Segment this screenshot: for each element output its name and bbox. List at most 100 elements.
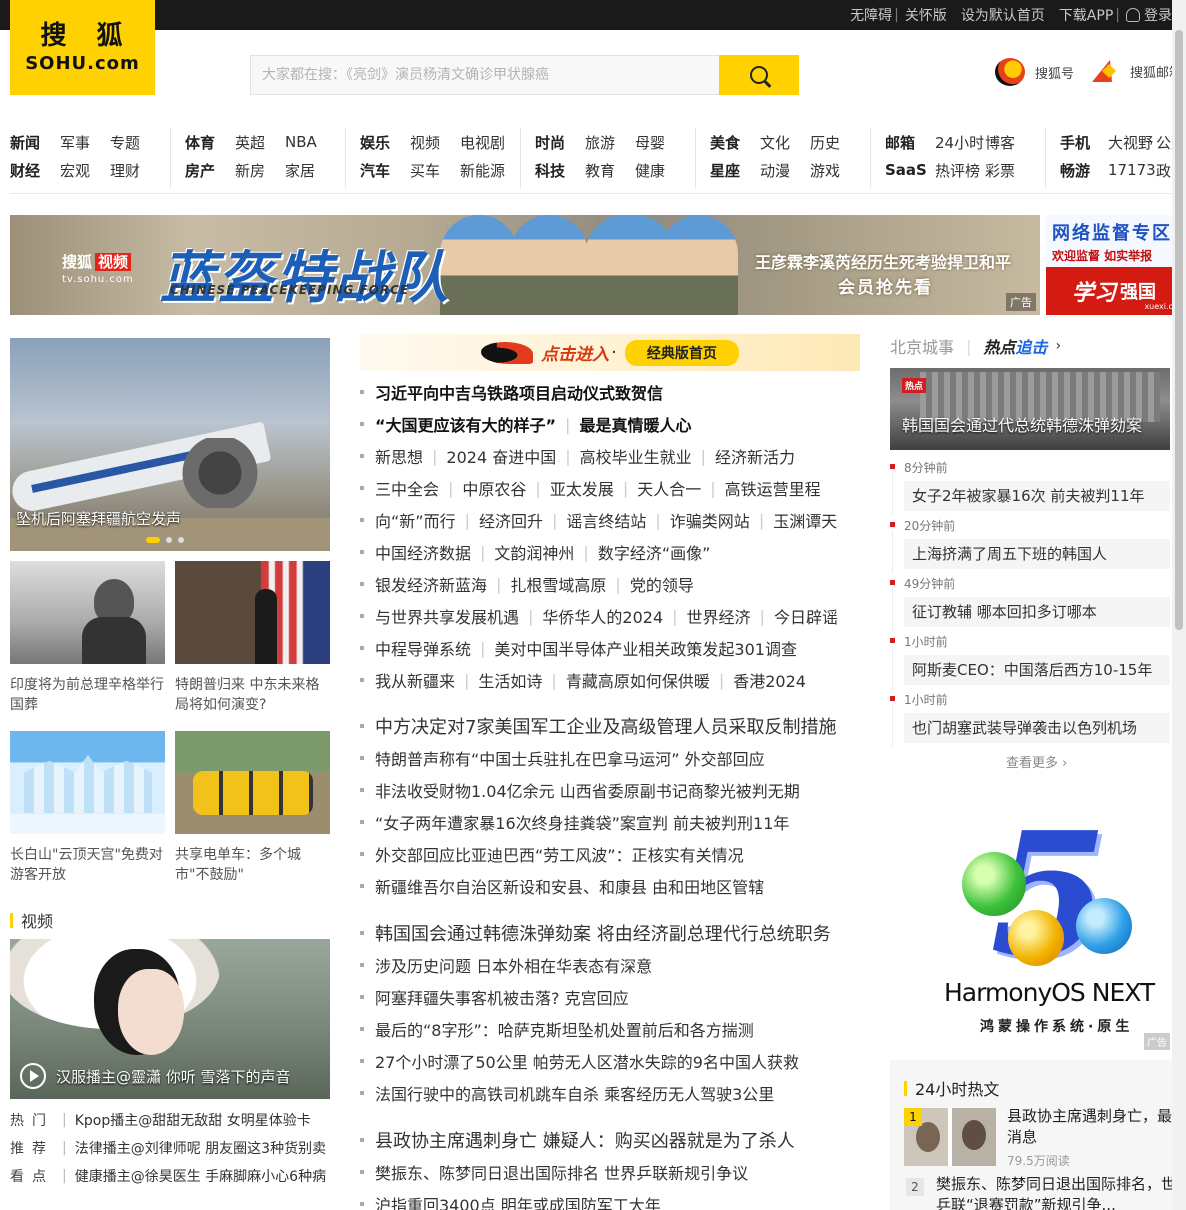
nav-item[interactable]: 热评榜 <box>935 160 985 181</box>
news-link[interactable]: 香港2024 <box>733 668 806 692</box>
nav-item[interactable]: 历史 <box>810 132 840 153</box>
news-link[interactable]: 习近平向中吉乌铁路项目启动仪式致贺信 <box>375 380 663 404</box>
carousel-dot[interactable] <box>166 537 172 543</box>
scrollbar-thumb[interactable] <box>1175 30 1183 630</box>
nav-item[interactable]: 房产 <box>185 160 235 181</box>
scrollbar[interactable] <box>1172 0 1186 1210</box>
nav-item[interactable]: 英超 <box>235 132 285 153</box>
nav-item[interactable]: 新房 <box>235 160 285 181</box>
news-link[interactable]: 沪指重回3400点 明年或成国防军工大年 <box>375 1192 661 1210</box>
chevron-right-icon[interactable]: › <box>1055 338 1061 354</box>
search-button[interactable] <box>719 55 799 95</box>
news-link[interactable]: 阿塞拜疆失事客机被击落? 克宫回应 <box>375 985 629 1009</box>
timeline-item[interactable]: 8分钟前 女子2年被家暴16次 前夫被判11年 <box>890 458 1170 516</box>
news-link[interactable]: 中程导弹系统 <box>375 636 471 660</box>
sohuhao-link[interactable]: 搜狐号 <box>995 58 1074 86</box>
nav-item[interactable]: 邮箱 <box>885 132 935 153</box>
nav-item[interactable]: 体育 <box>185 132 235 153</box>
news-link[interactable]: 文韵润神州 <box>494 540 574 564</box>
news-link[interactable]: “女子两年遭家暴16次终身挂粪袋”案宣判 前夫被判刑11年 <box>375 810 789 834</box>
news-link[interactable]: 谣言终结站 <box>566 508 646 532</box>
nav-item[interactable]: 专题 <box>110 132 140 153</box>
nav-item[interactable]: 军事 <box>60 132 110 153</box>
list-item[interactable]: 看点 | 健康播主@徐昊医生 手麻脚麻小心6种病 <box>10 1162 330 1190</box>
side-ad[interactable]: 网络监督专区 欢迎监督 如实举报 学习 强国 xuexi.cn <box>1046 215 1186 315</box>
tab-beijing[interactable]: 北京城事 <box>890 334 954 358</box>
nav-item[interactable]: 教育 <box>585 160 635 181</box>
timeline-item[interactable]: 1小时前 阿斯麦CEO：中国落后西方10-15年 <box>890 632 1170 690</box>
news-link[interactable]: 党的领导 <box>630 572 694 596</box>
banner-ad[interactable]: 搜狐 视频 tv.sohu.com 蓝盔特战队 CHINESE PEACEKEEP… <box>10 215 1040 315</box>
news-link[interactable]: 新疆维吾尔自治区新设和安县、和康县 由和田地区管辖 <box>375 874 764 898</box>
news-link[interactable]: 向“新”而行 <box>375 508 456 532</box>
news-link[interactable]: 世界经济 <box>687 604 751 628</box>
nav-item[interactable]: 电视剧 <box>460 132 505 153</box>
login-link[interactable]: 登录 <box>1126 5 1172 25</box>
news-link[interactable]: 2024 奋进中国 <box>446 444 556 468</box>
nav-item[interactable]: 科技 <box>535 160 585 181</box>
nav-item[interactable]: NBA <box>285 133 317 151</box>
news-link[interactable]: 今日辟谣 <box>774 604 838 628</box>
news-link[interactable]: 中国经济数据 <box>375 540 471 564</box>
news-link[interactable]: 与世界共享发展机遇 <box>375 604 519 628</box>
mail-link[interactable]: 搜狐邮箱 <box>1092 58 1182 84</box>
nav-item[interactable]: 汽车 <box>360 160 410 181</box>
accessibility-link[interactable]: 无障碍 <box>850 5 892 25</box>
timeline-item[interactable]: 20分钟前 上海挤满了周五下班的韩国人 <box>890 516 1170 574</box>
news-link[interactable]: 中方决定对7家美国军工企业及高级管理人员采取反制措施 <box>375 713 836 739</box>
news-link[interactable]: 数字经济“画像” <box>598 540 711 564</box>
nav-item[interactable]: 17173 <box>1108 161 1156 179</box>
news-link[interactable]: 涉及历史问题 日本外相在华表态有深意 <box>375 953 652 977</box>
thumb-image[interactable] <box>175 561 330 664</box>
news-link[interactable]: 我从新疆来 <box>375 668 455 692</box>
news-link[interactable]: 中原农谷 <box>462 476 526 500</box>
thumb-image[interactable] <box>10 731 165 834</box>
nav-item[interactable]: 旅游 <box>585 132 635 153</box>
nav-item[interactable]: 星座 <box>710 160 760 181</box>
video-card[interactable]: 汉服播主@靈瀟 你听 雪落下的声音 <box>10 939 330 1099</box>
news-link[interactable]: 县政协主席遇刺身亡 嫌疑人：购买凶器就是为了杀人 <box>375 1127 795 1153</box>
news-link[interactable]: 樊振东、陈梦同日退出国际排名 世界乒联新规引争议 <box>375 1160 748 1184</box>
nav-item[interactable]: 财经 <box>10 160 60 181</box>
nav-item[interactable]: 母婴 <box>635 132 665 153</box>
news-link[interactable]: 天人合一 <box>637 476 701 500</box>
nav-item[interactable]: 24小时 <box>935 132 985 153</box>
news-link[interactable]: 新思想 <box>375 444 423 468</box>
thumb-caption[interactable]: 长白山"云顶天宫"免费对游客开放 <box>10 845 168 885</box>
news-link[interactable]: 华侨华人的2024 <box>542 604 663 628</box>
nav-item[interactable]: 娱乐 <box>360 132 410 153</box>
news-link[interactable]: 青藏高原如何保供暖 <box>566 668 710 692</box>
news-link[interactable]: 法国行驶中的高铁司机跳车自杀 乘客经历无人驾驶3公里 <box>375 1081 774 1105</box>
classic-home-banner[interactable]: 点击进入 · 经典版首页 <box>360 334 860 371</box>
nav-item[interactable]: 健康 <box>635 160 665 181</box>
nav-item[interactable]: 家居 <box>285 160 315 181</box>
news-link[interactable]: 最是真情暖人心 <box>579 412 691 436</box>
news-link[interactable]: 三中全会 <box>375 476 439 500</box>
news-link[interactable]: 27个小时漂了50公里 帕劳无人区潜水失踪的9名中国人获救 <box>375 1049 799 1073</box>
nav-item[interactable]: 博客 <box>985 132 1015 153</box>
thumb-caption[interactable]: 印度将为前总理辛格举行国葬 <box>10 675 168 715</box>
news-link[interactable]: 亚太发展 <box>550 476 614 500</box>
thumb-caption[interactable]: 特朗普归来 中东未来格局将如何演变? <box>175 675 333 715</box>
news-link[interactable]: 最后的“8字形”：哈萨克斯坦坠机处置前后和各方揣测 <box>375 1017 754 1041</box>
news-link[interactable]: 高铁运营里程 <box>725 476 821 500</box>
news-link[interactable]: 经济新活力 <box>715 444 795 468</box>
news-link[interactable]: 银发经济新蓝海 <box>375 572 487 596</box>
news-link[interactable]: 外交部回应比亚迪巴西“劳工风波”：正核实有关情况 <box>375 842 744 866</box>
sohu-logo[interactable]: 搜狐 SOHU.com <box>10 0 155 95</box>
news-link[interactable]: 韩国国会通过韩德洙弹劾案 将由经济副总理代行总统职务 <box>375 920 831 946</box>
nav-item[interactable]: 动漫 <box>760 160 810 181</box>
nav-item[interactable]: 新能源 <box>460 160 505 181</box>
view-more-link[interactable]: 查看更多 › <box>1006 752 1067 771</box>
tab-hot-chase[interactable]: 热点追击 <box>983 334 1047 358</box>
news-link[interactable]: 特朗普声称有“中国士兵驻扎在巴拿马运河” 外交部回应 <box>375 746 765 770</box>
news-link[interactable]: 经济回升 <box>479 508 543 532</box>
hot24-item[interactable]: 县政协主席遇刺身亡，最新 消息 <box>1007 1106 1180 1148</box>
news-link[interactable]: 玉渊谭天 <box>773 508 837 532</box>
news-link[interactable]: “大国更应该有大的样子” <box>375 412 556 436</box>
play-icon[interactable] <box>20 1063 46 1089</box>
classic-home-button[interactable]: 经典版首页 <box>624 339 739 366</box>
list-item[interactable]: 热门 | Kpop播主@甜甜无敌甜 女明星体验卡 <box>10 1106 330 1134</box>
download-app-link[interactable]: 下载APP <box>1059 5 1113 25</box>
nav-item[interactable]: 新闻 <box>10 132 60 153</box>
